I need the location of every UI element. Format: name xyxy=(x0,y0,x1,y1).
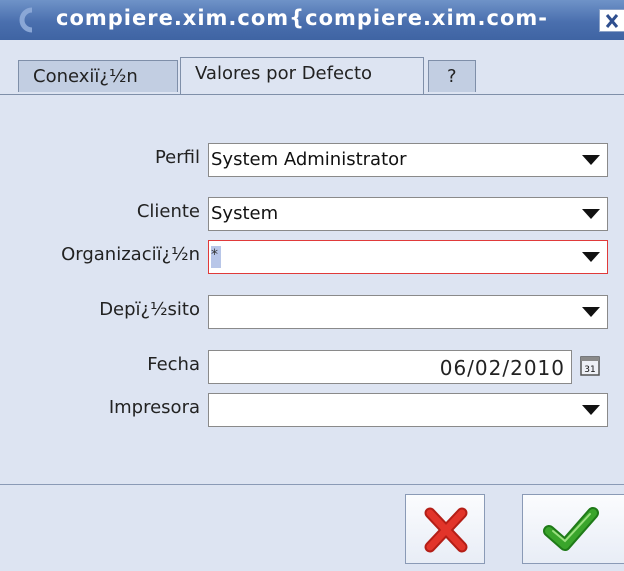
green-check-icon xyxy=(543,507,599,551)
organizacion-dropdown-button[interactable] xyxy=(575,241,607,273)
impresora-row: Impresora xyxy=(0,393,624,427)
calendar-button[interactable]: 31 xyxy=(580,356,600,376)
impresora-label: Impresora xyxy=(108,397,200,418)
deposito-select[interactable] xyxy=(208,295,608,329)
tab-help[interactable]: ? xyxy=(428,60,476,92)
perfil-value: System Administrator xyxy=(211,149,407,170)
red-x-icon xyxy=(424,507,468,553)
deposito-label: Depï¿½sito xyxy=(99,299,200,320)
impresora-dropdown-button[interactable] xyxy=(575,394,607,426)
triangle-down-icon xyxy=(582,307,600,317)
calendar-icon-text: 31 xyxy=(584,365,595,375)
fecha-input[interactable]: 06/02/2010 xyxy=(208,350,572,384)
deposito-row: Depï¿½sito xyxy=(0,295,624,329)
fecha-row: Fecha 06/02/2010 31 xyxy=(0,350,624,384)
button-bar-divider xyxy=(0,484,624,485)
cliente-select[interactable]: System xyxy=(208,197,608,231)
compiere-logo-icon xyxy=(19,7,33,33)
cliente-dropdown-button[interactable] xyxy=(575,198,607,230)
organizacion-value: * xyxy=(211,246,221,268)
cliente-label: Cliente xyxy=(136,201,200,222)
tab-conexion-label: Conexiï¿½n xyxy=(33,66,138,87)
window-title: compiere.xim.com{compiere.xim.com- xyxy=(56,6,549,30)
organizacion-select[interactable]: * xyxy=(208,240,608,274)
fecha-value: 06/02/2010 xyxy=(439,356,565,380)
cliente-row: Cliente System xyxy=(0,197,624,231)
organizacion-label: Organizaciï¿½n xyxy=(61,244,200,265)
cliente-value: System xyxy=(211,203,279,224)
calendar-icon: 31 xyxy=(580,356,600,376)
cancel-button[interactable] xyxy=(405,494,485,564)
tab-valores-label: Valores por Defecto xyxy=(195,63,373,84)
tab-valores-por-defecto[interactable]: Valores por Defecto xyxy=(180,57,424,94)
triangle-down-icon xyxy=(582,155,600,165)
tab-divider xyxy=(0,94,624,95)
perfil-row: Perfil System Administrator xyxy=(0,143,624,177)
tab-help-label: ? xyxy=(447,66,457,87)
perfil-select[interactable]: System Administrator xyxy=(208,143,608,177)
deposito-dropdown-button[interactable] xyxy=(575,296,607,328)
triangle-down-icon xyxy=(582,209,600,219)
triangle-down-icon xyxy=(582,252,600,262)
impresora-select[interactable] xyxy=(208,393,608,427)
tab-conexion[interactable]: Conexiï¿½n xyxy=(18,60,178,92)
close-icon xyxy=(605,14,619,28)
login-dialog: compiere.xim.com{compiere.xim.com- Conex… xyxy=(0,0,624,571)
perfil-dropdown-button[interactable] xyxy=(575,144,607,176)
triangle-down-icon xyxy=(582,405,600,415)
perfil-label: Perfil xyxy=(154,147,200,168)
organizacion-row: Organizaciï¿½n * xyxy=(0,240,624,274)
ok-button[interactable] xyxy=(522,494,624,564)
close-button[interactable] xyxy=(599,9,624,32)
title-bar: compiere.xim.com{compiere.xim.com- xyxy=(0,0,624,40)
fecha-label: Fecha xyxy=(147,354,200,375)
